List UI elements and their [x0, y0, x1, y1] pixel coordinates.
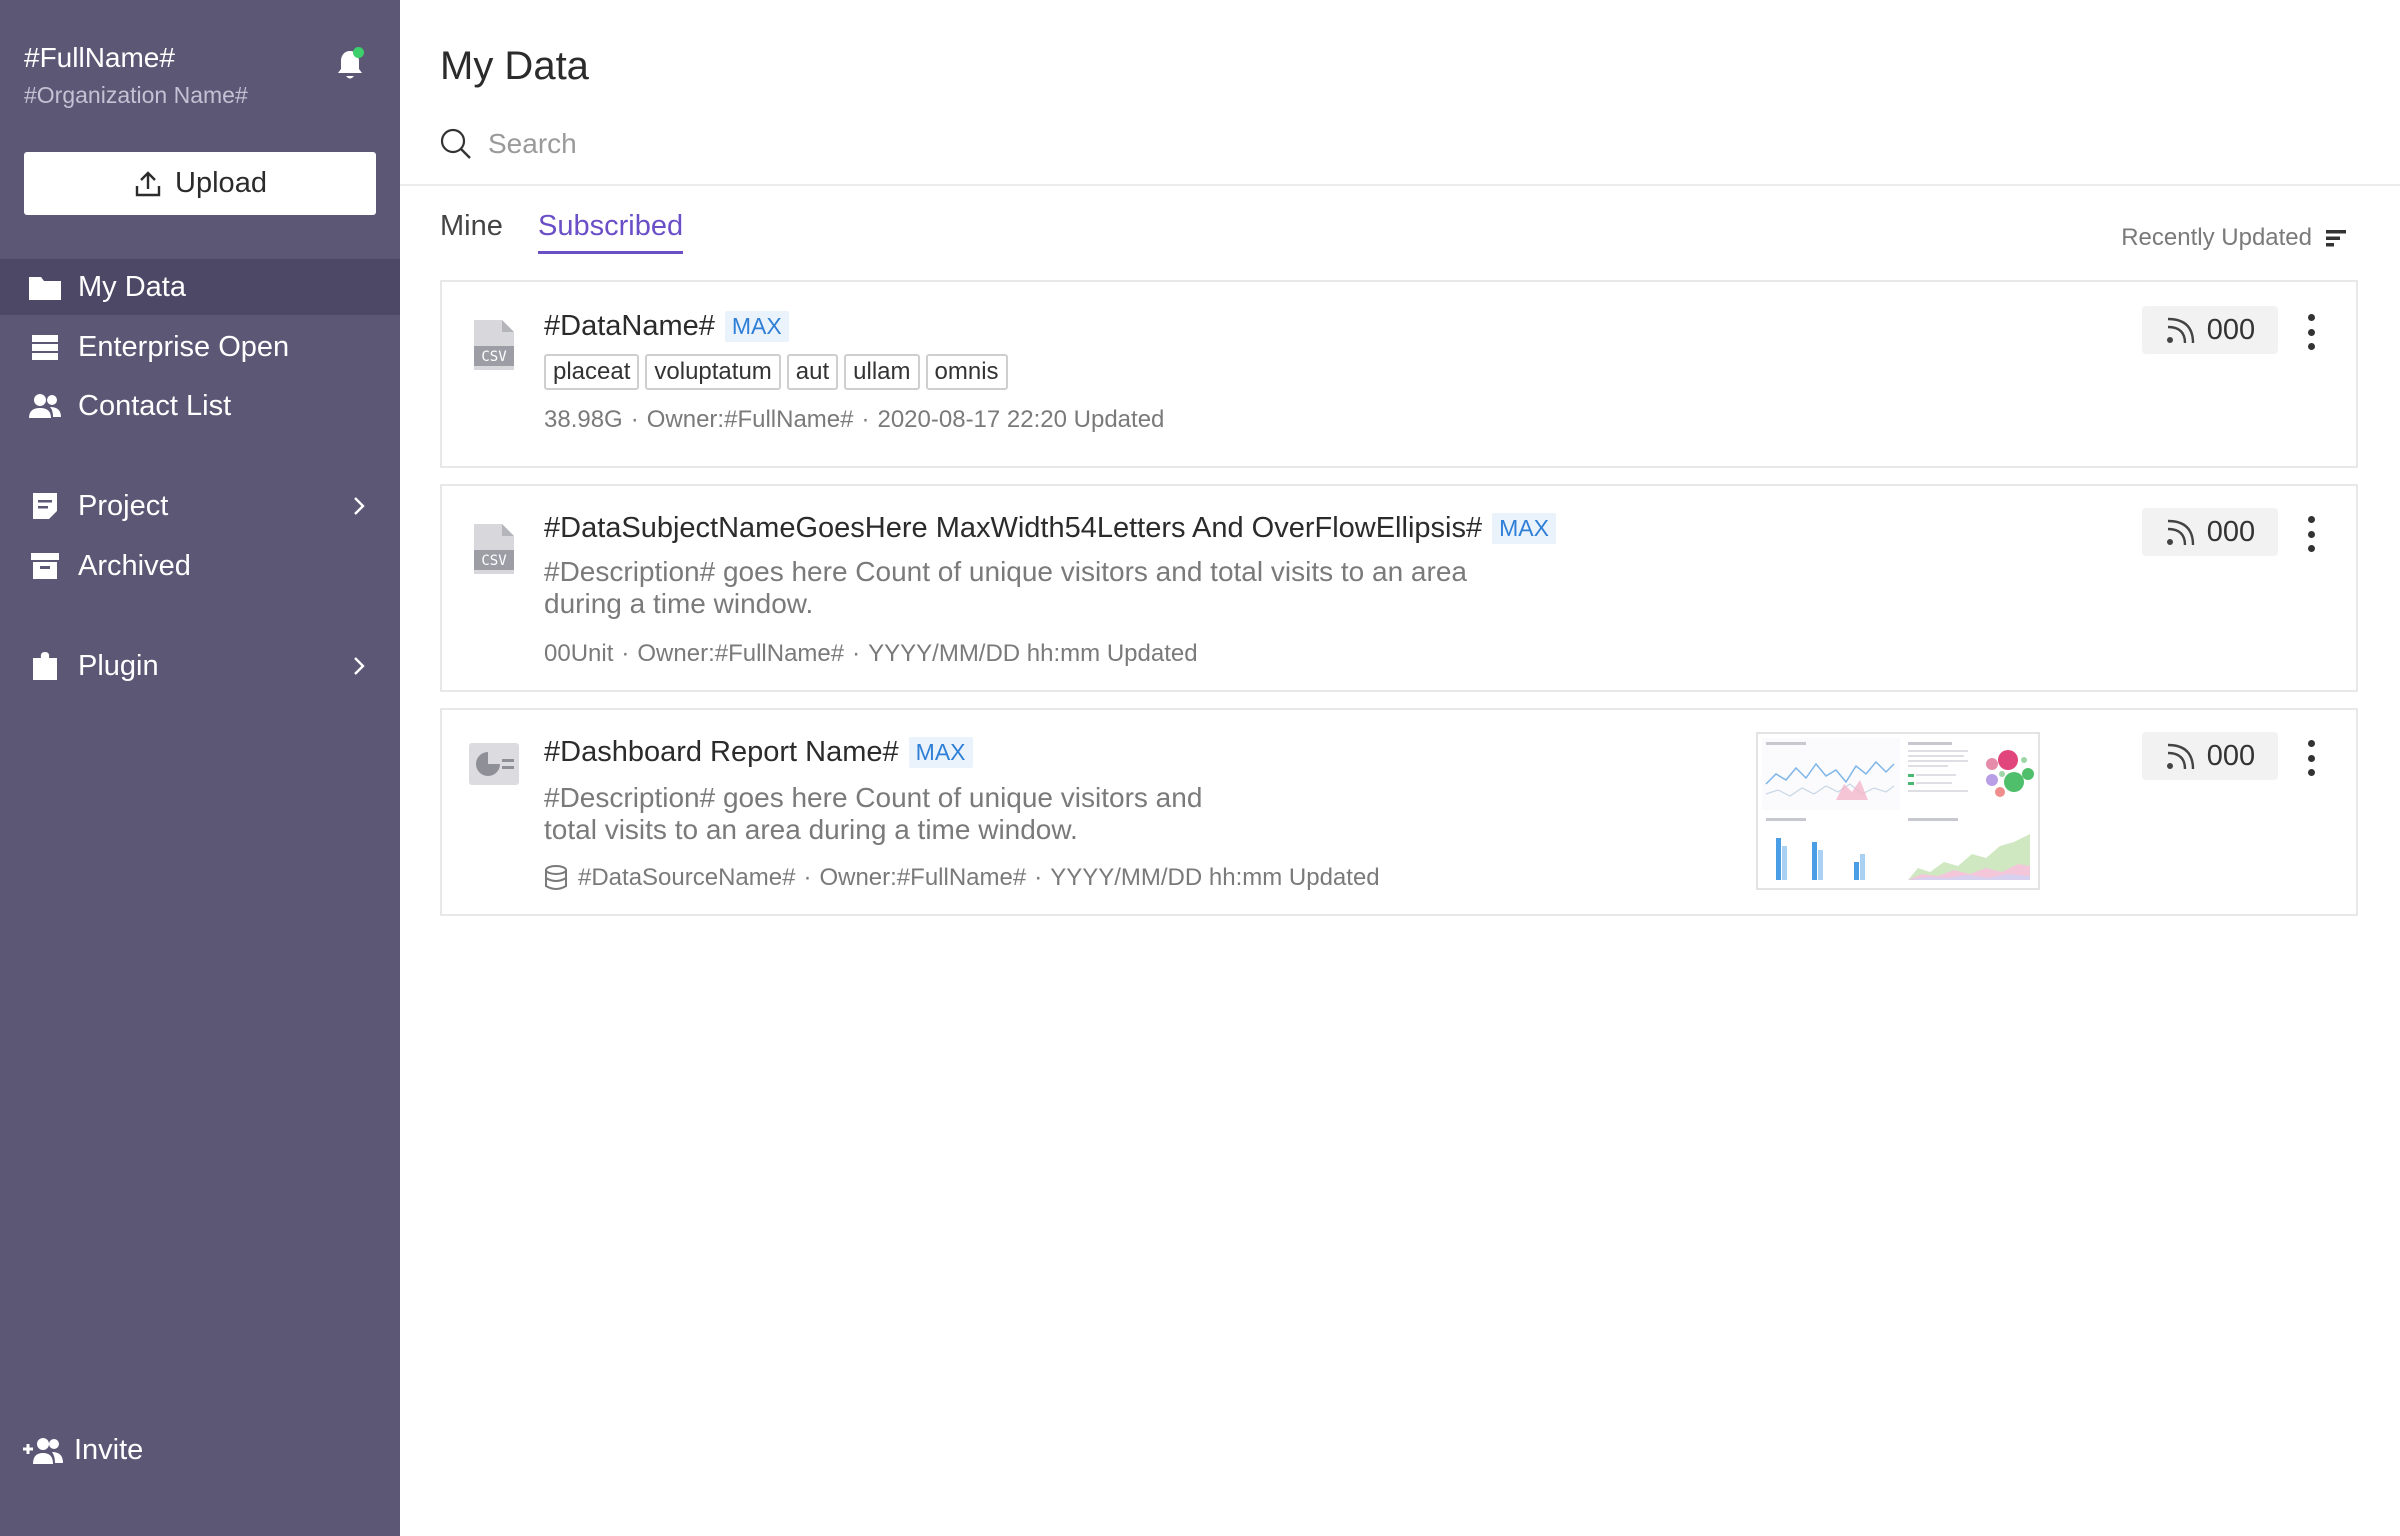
sort-label: Recently Updated: [2121, 224, 2312, 251]
csv-file-icon: CSV: [474, 524, 514, 574]
add-person-icon: [23, 1437, 63, 1464]
dashboard-preview-image: [1758, 734, 2038, 888]
upload-label: Upload: [175, 167, 267, 199]
description-line: during a time window.: [544, 588, 814, 619]
tag[interactable]: ullam: [844, 354, 920, 390]
card-meta: 38.98G · Owner:#FullName# · 2020-08-17 2…: [544, 406, 1165, 433]
more-options-icon[interactable]: [2304, 512, 2318, 556]
description-line: #Description# goes here Count of unique …: [544, 556, 1467, 587]
puzzle-icon: [28, 651, 62, 681]
subscribe-count-button[interactable]: 000: [2142, 306, 2278, 354]
data-title[interactable]: #DataName#: [544, 310, 715, 343]
subscribe-count-button[interactable]: 000: [2142, 732, 2278, 780]
subscriber-count: 000: [2206, 739, 2256, 772]
updated-time: YYYY/MM/DD hh:mm Updated: [868, 640, 1198, 667]
tag[interactable]: omnis: [925, 354, 1008, 390]
invite-button[interactable]: Invite: [22, 1434, 143, 1467]
notification-dot: [353, 47, 364, 58]
document-icon: [28, 491, 62, 521]
people-icon: [28, 391, 62, 421]
tag[interactable]: placeat: [544, 354, 640, 390]
database-stack-icon: [28, 332, 62, 362]
tag[interactable]: aut: [786, 354, 839, 390]
subscriber-count: 000: [2206, 515, 2256, 548]
datasource-name[interactable]: #DataSourceName#: [578, 864, 795, 892]
sidebar: #FullName# #Organization Name# Upload My…: [0, 0, 400, 1536]
sidebar-item-enterprise-open[interactable]: Enterprise Open: [0, 319, 400, 375]
chevron-right-icon: [354, 657, 365, 675]
rss-icon: [2166, 519, 2194, 546]
owner: Owner:#FullName#: [819, 864, 1027, 891]
card-title-row: #Dashboard Report Name# MAX: [544, 736, 973, 769]
sidebar-item-archived[interactable]: Archived: [0, 538, 400, 594]
tag-list: placeat voluptatum aut ullam omnis: [544, 354, 1008, 390]
data-card[interactable]: CSV #DataSubjectNameGoesHere MaxWidth54L…: [440, 484, 2358, 692]
search-icon: [440, 128, 471, 159]
rss-icon: [2166, 317, 2194, 344]
sort-icon: [2326, 230, 2346, 247]
chevron-right-icon: [354, 497, 365, 515]
sidebar-item-my-data[interactable]: My Data: [0, 259, 400, 315]
owner: Owner:#FullName#: [637, 640, 845, 667]
card-description: #Description# goes here Count of unique …: [544, 782, 1202, 846]
more-options-icon[interactable]: [2304, 310, 2318, 354]
invite-label: Invite: [74, 1434, 144, 1466]
sidebar-item-plugin[interactable]: Plugin: [0, 638, 400, 694]
tag[interactable]: voluptatum: [645, 354, 781, 390]
data-size: 00Unit: [544, 640, 614, 667]
max-badge: MAX: [1492, 513, 1556, 544]
updated-time: 2020-08-17 22:20 Updated: [877, 406, 1165, 433]
search-bar: [440, 122, 1040, 166]
max-badge: MAX: [724, 311, 789, 342]
data-title[interactable]: #DataSubjectNameGoesHere MaxWidth54Lette…: [544, 512, 1482, 545]
database-icon: [545, 865, 567, 890]
sidebar-item-label: My Data: [78, 270, 186, 303]
sidebar-item-label: Project: [78, 489, 169, 522]
sidebar-item-label: Contact List: [78, 389, 232, 422]
owner: Owner:#FullName#: [646, 406, 854, 433]
tab-mine[interactable]: Mine: [440, 210, 503, 251]
user-name: #FullName#: [24, 42, 175, 73]
archive-box-icon: [28, 551, 62, 581]
data-card[interactable]: CSV #DataName# MAX placeat voluptatum au…: [440, 280, 2358, 468]
sort-dropdown[interactable]: Recently Updated: [2121, 224, 2348, 252]
description-line: total visits to an area during a time wi…: [544, 814, 1078, 845]
card-meta: #DataSourceName# · Owner:#FullName# · YY…: [544, 864, 1380, 892]
dashboard-icon: [469, 743, 519, 785]
max-badge: MAX: [908, 737, 973, 768]
card-meta: 00Unit · Owner:#FullName# · YYYY/MM/DD h…: [544, 640, 1198, 667]
description-line: #Description# goes here Count of unique …: [544, 782, 1203, 813]
sidebar-item-label: Plugin: [78, 649, 159, 682]
svg-text:CSV: CSV: [481, 349, 507, 365]
card-title-row: #DataName# MAX: [544, 310, 789, 343]
card-description: #Description# goes here Count of unique …: [544, 556, 1467, 620]
svg-text:CSV: CSV: [481, 553, 507, 569]
dashboard-card[interactable]: #Dashboard Report Name# MAX #Description…: [440, 708, 2358, 916]
dashboard-title[interactable]: #Dashboard Report Name#: [544, 736, 899, 769]
more-options-icon[interactable]: [2304, 736, 2318, 780]
dashboard-thumbnail[interactable]: [1756, 732, 2040, 890]
subscriber-count: 000: [2206, 313, 2256, 346]
sidebar-item-contact-list[interactable]: Contact List: [0, 378, 400, 434]
data-size: 38.98G: [544, 406, 623, 433]
sidebar-item-project[interactable]: Project: [0, 478, 400, 534]
updated-time: YYYY/MM/DD hh:mm Updated: [1050, 864, 1380, 891]
upload-button[interactable]: Upload: [24, 152, 376, 215]
rss-icon: [2166, 743, 2194, 770]
csv-file-icon: CSV: [474, 320, 514, 370]
page-title: My Data: [440, 44, 589, 88]
subscribe-count-button[interactable]: 000: [2142, 508, 2278, 556]
header-divider: [400, 184, 2400, 186]
upload-icon: [135, 170, 161, 196]
organization-name: #Organization Name#: [24, 82, 248, 108]
folder-icon: [28, 272, 62, 302]
tab-subscribed[interactable]: Subscribed: [538, 210, 684, 254]
search-input[interactable]: [486, 127, 990, 161]
sidebar-item-label: Archived: [78, 549, 191, 582]
sidebar-item-label: Enterprise Open: [78, 330, 290, 363]
card-title-row: #DataSubjectNameGoesHere MaxWidth54Lette…: [544, 512, 1556, 545]
